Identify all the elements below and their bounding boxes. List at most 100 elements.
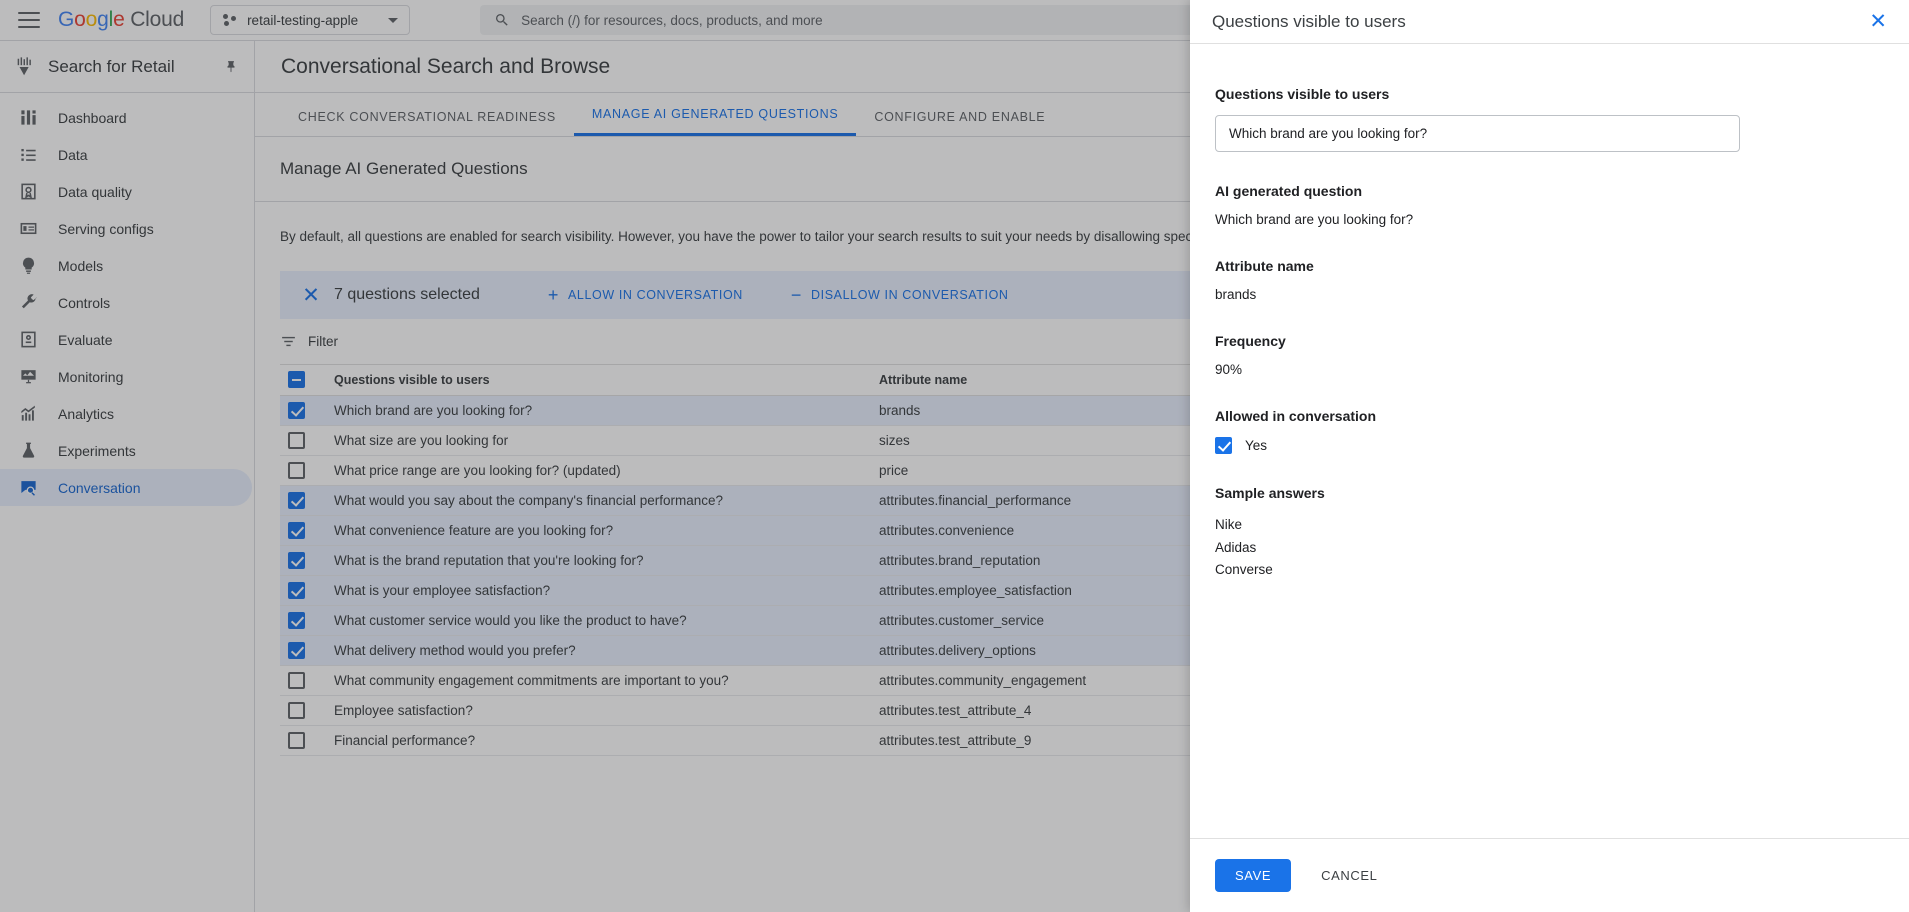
- menu-icon[interactable]: [18, 12, 40, 28]
- question-field-label: Questions visible to users: [1215, 86, 1884, 102]
- cancel-button[interactable]: CANCEL: [1307, 859, 1391, 892]
- sidebar-item-label: Monitoring: [58, 369, 123, 385]
- allowed-in-conversation-checkbox-label: Yes: [1245, 438, 1267, 453]
- row-question: Employee satisfaction?: [334, 695, 879, 725]
- row-question: What would you say about the company's f…: [334, 485, 879, 515]
- tab-check-conversational-readiness[interactable]: CHECK CONVERSATIONAL READINESS: [280, 110, 574, 136]
- sidebar-item-label: Data quality: [58, 184, 132, 200]
- sidebar-item-conversation[interactable]: Conversation: [0, 469, 252, 506]
- row-checkbox[interactable]: [288, 702, 305, 719]
- minus-icon: −: [791, 286, 802, 304]
- row-checkbox[interactable]: [288, 672, 305, 689]
- row-question: What size are you looking for: [334, 425, 879, 455]
- sidebar-item-label: Analytics: [58, 406, 114, 422]
- sample-answer-item: Converse: [1215, 559, 1884, 582]
- allow-in-conversation-button[interactable]: + ALLOW IN CONVERSATION: [548, 286, 743, 304]
- filter-label: Filter: [308, 334, 338, 349]
- row-checkbox[interactable]: [288, 732, 305, 749]
- row-checkbox-cell: [280, 485, 334, 515]
- row-question: What customer service would you like the…: [334, 605, 879, 635]
- ai-question-value: Which brand are you looking for?: [1215, 212, 1884, 227]
- pin-icon[interactable]: [224, 59, 238, 75]
- product-name: Search for Retail: [48, 57, 175, 77]
- sidebar-item-analytics[interactable]: Analytics: [0, 395, 252, 432]
- row-checkbox-cell: [280, 575, 334, 605]
- search-placeholder: Search (/) for resources, docs, products…: [521, 13, 823, 28]
- row-checkbox[interactable]: [288, 552, 305, 569]
- close-icon[interactable]: ✕: [1869, 11, 1887, 32]
- allow-in-conversation-label: ALLOW IN CONVERSATION: [568, 288, 743, 302]
- row-checkbox[interactable]: [288, 612, 305, 629]
- dashboard-icon: [18, 108, 38, 128]
- save-button[interactable]: SAVE: [1215, 859, 1291, 892]
- row-checkbox[interactable]: [288, 522, 305, 539]
- allowed-in-conversation-row: Yes: [1215, 437, 1884, 454]
- sidebar-item-label: Data: [58, 147, 88, 163]
- question-detail-panel: Questions visible to users ✕ Questions v…: [1190, 0, 1909, 912]
- row-checkbox-cell: [280, 425, 334, 455]
- google-cloud-logo: Google Cloud: [58, 8, 184, 32]
- selection-count: 7 questions selected: [334, 286, 480, 304]
- evaluate-icon: [18, 330, 38, 350]
- panel-header: Questions visible to users ✕: [1190, 0, 1909, 44]
- sidebar-item-evaluate[interactable]: Evaluate: [0, 321, 252, 358]
- sidebar-item-dashboard[interactable]: Dashboard: [0, 99, 252, 136]
- sidebar-item-models[interactable]: Models: [0, 247, 252, 284]
- column-header-questions: Questions visible to users: [334, 365, 879, 395]
- sidebar-item-label: Evaluate: [58, 332, 112, 348]
- disallow-in-conversation-label: DISALLOW IN CONVERSATION: [811, 288, 1009, 302]
- sidebar-item-experiments[interactable]: Experiments: [0, 432, 252, 469]
- row-checkbox-cell: [280, 635, 334, 665]
- row-checkbox[interactable]: [288, 642, 305, 659]
- row-checkbox[interactable]: [288, 402, 305, 419]
- sidebar-item-data-quality[interactable]: Data quality: [0, 173, 252, 210]
- row-checkbox[interactable]: [288, 462, 305, 479]
- plus-icon: +: [548, 286, 559, 304]
- tab-manage-ai-generated-questions[interactable]: MANAGE AI GENERATED QUESTIONS: [574, 107, 857, 136]
- wrench-icon: [18, 293, 38, 313]
- monitor-icon: [18, 367, 38, 387]
- question-input[interactable]: [1215, 115, 1740, 152]
- sidebar: Dashboard Data Data quality Serving conf…: [0, 93, 255, 912]
- conversation-icon: [18, 478, 38, 498]
- row-checkbox[interactable]: [288, 582, 305, 599]
- row-checkbox-cell: [280, 455, 334, 485]
- sidebar-item-data[interactable]: Data: [0, 136, 252, 173]
- sidebar-item-label: Experiments: [58, 443, 136, 459]
- sidebar-item-label: Serving configs: [58, 221, 154, 237]
- row-checkbox-cell: [280, 605, 334, 635]
- row-question: What convenience feature are you looking…: [334, 515, 879, 545]
- frequency-label: Frequency: [1215, 333, 1884, 349]
- row-question: What is the brand reputation that you're…: [334, 545, 879, 575]
- row-question: Which brand are you looking for?: [334, 395, 879, 425]
- sample-answers-label: Sample answers: [1215, 485, 1884, 501]
- row-checkbox-cell: [280, 695, 334, 725]
- sidebar-item-label: Dashboard: [58, 110, 127, 126]
- disallow-in-conversation-button[interactable]: − DISALLOW IN CONVERSATION: [791, 286, 1009, 304]
- row-question: What price range are you looking for? (u…: [334, 455, 879, 485]
- tab-configure-and-enable[interactable]: CONFIGURE AND ENABLE: [856, 110, 1063, 136]
- badge-icon: [18, 182, 38, 202]
- analytics-icon: [18, 404, 38, 424]
- panel-footer: SAVE CANCEL: [1190, 838, 1909, 912]
- row-checkbox[interactable]: [288, 492, 305, 509]
- project-picker[interactable]: retail-testing-apple: [210, 5, 410, 35]
- cloud-wordmark: Cloud: [130, 8, 184, 31]
- allowed-in-conversation-checkbox[interactable]: [1215, 437, 1232, 454]
- select-all-checkbox[interactable]: [288, 371, 305, 388]
- sidebar-item-label: Models: [58, 258, 103, 274]
- chevron-down-icon: [388, 18, 398, 23]
- sidebar-item-monitoring[interactable]: Monitoring: [0, 358, 252, 395]
- row-checkbox-cell: [280, 515, 334, 545]
- clear-selection-button[interactable]: ✕: [294, 285, 328, 306]
- ai-question-label: AI generated question: [1215, 183, 1884, 199]
- project-icon: [222, 12, 238, 28]
- page-title: Conversational Search and Browse: [281, 55, 610, 79]
- sidebar-item-controls[interactable]: Controls: [0, 284, 252, 321]
- panel-body: Questions visible to users AI generated …: [1190, 44, 1909, 838]
- sidebar-item-serving-configs[interactable]: Serving configs: [0, 210, 252, 247]
- row-question: Financial performance?: [334, 725, 879, 755]
- row-checkbox[interactable]: [288, 432, 305, 449]
- row-question: What delivery method would you prefer?: [334, 635, 879, 665]
- search-icon: [494, 12, 510, 28]
